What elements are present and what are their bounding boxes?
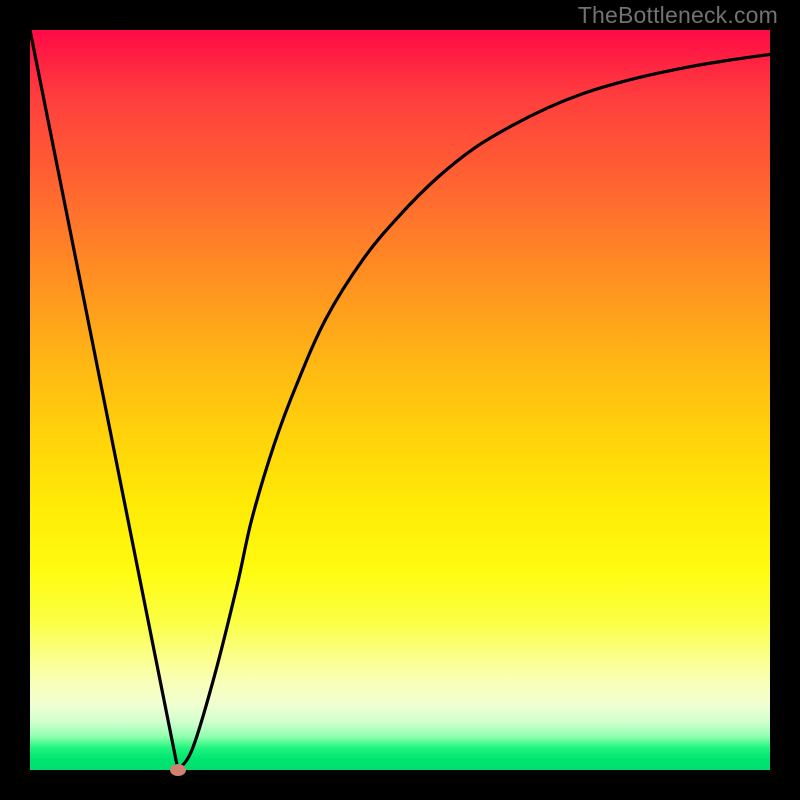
optimal-point-marker [170,764,186,776]
watermark-text: TheBottleneck.com [578,2,778,29]
curve-svg [30,30,770,770]
plot-area [30,30,770,770]
bottleneck-curve [30,30,770,770]
chart-frame: TheBottleneck.com [0,0,800,800]
